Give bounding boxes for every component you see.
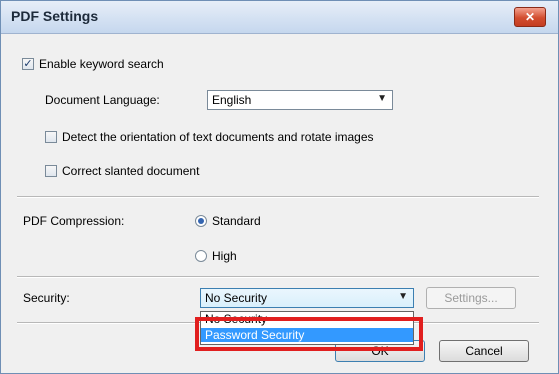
chevron-down-icon: ▼ <box>398 291 408 302</box>
document-language-value: English <box>212 93 252 107</box>
compression-label-row: PDF Compression: <box>23 214 124 228</box>
radio-dot-icon <box>198 218 204 224</box>
security-select[interactable]: No Security ▼ <box>200 288 414 308</box>
keyword-search-row[interactable]: ✓ Enable keyword search <box>22 57 164 71</box>
document-language-label: Document Language: <box>45 93 160 107</box>
document-language-select[interactable]: English ▼ <box>207 90 393 110</box>
compression-standard-option[interactable]: Standard <box>195 214 261 228</box>
separator <box>17 196 539 198</box>
checkmark-icon: ✓ <box>23 58 33 70</box>
security-label: Security: <box>23 291 70 305</box>
highlight-callout <box>195 317 423 351</box>
close-button[interactable]: ✕ <box>514 7 546 27</box>
security-settings-label: Settings... <box>444 291 498 305</box>
close-icon: ✕ <box>524 10 536 24</box>
compression-high-option[interactable]: High <box>195 249 237 263</box>
document-language-row: Document Language: <box>45 93 160 107</box>
title-bar: PDF Settings ✕ <box>1 1 558 34</box>
correct-slanted-row[interactable]: Correct slanted document <box>45 164 199 178</box>
security-value: No Security <box>205 291 268 305</box>
security-settings-button[interactable]: Settings... <box>426 287 516 309</box>
compression-label: PDF Compression: <box>23 214 125 228</box>
detect-orientation-checkbox[interactable] <box>45 131 57 143</box>
window-title: PDF Settings <box>11 8 99 24</box>
keyword-search-checkbox[interactable]: ✓ <box>22 58 34 70</box>
keyword-search-label: Enable keyword search <box>39 57 164 71</box>
security-label-row: Security: <box>23 291 70 305</box>
correct-slanted-checkbox[interactable] <box>45 165 57 177</box>
high-label: High <box>212 249 237 263</box>
high-radio[interactable] <box>195 250 207 262</box>
correct-slanted-label: Correct slanted document <box>62 164 200 178</box>
cancel-label: Cancel <box>465 344 503 358</box>
pdf-settings-dialog: PDF Settings ✕ ✓ Enable keyword search D… <box>0 0 559 374</box>
separator <box>17 276 539 278</box>
standard-radio[interactable] <box>195 215 207 227</box>
detect-orientation-row[interactable]: Detect the orientation of text documents… <box>45 130 374 144</box>
standard-label: Standard <box>212 214 261 228</box>
cancel-button[interactable]: Cancel <box>439 340 529 362</box>
chevron-down-icon: ▼ <box>377 93 387 104</box>
detect-orientation-label: Detect the orientation of text documents… <box>62 130 374 144</box>
